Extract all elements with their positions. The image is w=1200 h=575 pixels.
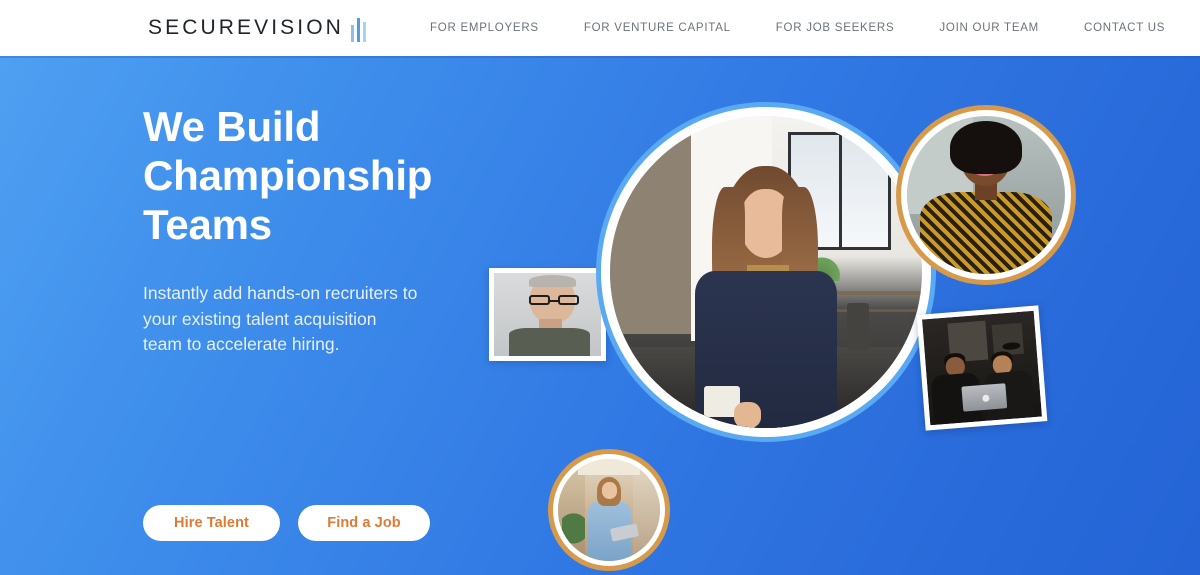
logo[interactable]: SECUREVISION: [148, 16, 368, 42]
nav-item-contact-us[interactable]: CONTACT US: [1084, 16, 1165, 40]
hero-photo-collage: [0, 56, 1200, 575]
photo-man-with-glasses: [489, 268, 606, 361]
hero-section: We Build Championship Teams Instantly ad…: [0, 56, 1200, 575]
nav-item-for-employers[interactable]: FOR EMPLOYERS: [430, 16, 539, 40]
photo-woman-in-office-main-image: [610, 116, 922, 428]
bar-chart-mark-icon: [350, 16, 368, 42]
photo-smiling-woman-portrait-image: [907, 116, 1065, 274]
nav-item-for-job-seekers[interactable]: FOR JOB SEEKERS: [776, 16, 895, 40]
photo-woman-with-tablet-image: [558, 459, 660, 561]
photo-woman-with-tablet: [553, 454, 665, 566]
photo-two-men-at-laptop-image: [922, 310, 1042, 426]
site-header: SECUREVISION FOR EMPLOYERS FOR VENTURE C…: [0, 0, 1200, 56]
photo-man-with-glasses-image: [494, 273, 601, 356]
logo-wordmark: SECUREVISION: [148, 16, 344, 39]
photo-two-men-at-laptop: [916, 305, 1048, 431]
landing-page: SECUREVISION FOR EMPLOYERS FOR VENTURE C…: [0, 0, 1200, 575]
main-navigation: FOR EMPLOYERS FOR VENTURE CAPITAL FOR JO…: [430, 0, 1165, 56]
nav-item-join-our-team[interactable]: JOIN OUR TEAM: [939, 16, 1039, 40]
nav-item-for-venture-capital[interactable]: FOR VENTURE CAPITAL: [584, 16, 731, 40]
photo-smiling-woman-portrait: [901, 110, 1071, 280]
photo-woman-in-office-main: [601, 107, 931, 437]
